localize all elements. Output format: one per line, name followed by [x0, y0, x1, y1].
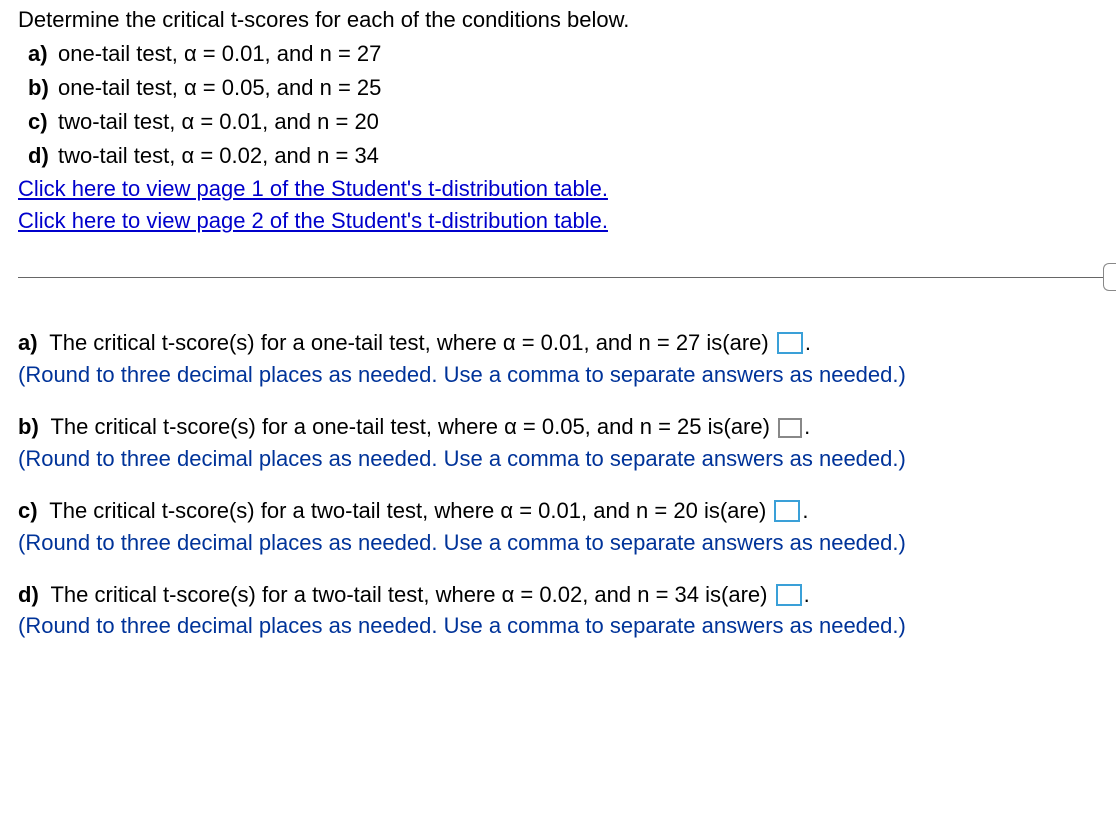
- answer-label: b): [18, 411, 39, 443]
- item-text: two-tail test, α = 0.01, and n = 20: [58, 106, 379, 138]
- question-item-b: b) one-tail test, α = 0.05, and n = 25: [18, 72, 1098, 104]
- answer-instruction: (Round to three decimal places as needed…: [18, 359, 1098, 391]
- answer-line: c) The critical t-score(s) for a two-tai…: [18, 495, 1098, 527]
- question-container: Determine the critical t-scores for each…: [0, 0, 1116, 672]
- divider-line: [18, 277, 1103, 278]
- item-text: one-tail test, α = 0.01, and n = 27: [58, 38, 381, 70]
- question-item-a: a) one-tail test, α = 0.01, and n = 27: [18, 38, 1098, 70]
- answer-text-pre: The critical t-score(s) for a two-tail t…: [45, 582, 774, 607]
- answer-line: b) The critical t-score(s) for a one-tai…: [18, 411, 1098, 443]
- answer-line: a) The critical t-score(s) for a one-tai…: [18, 327, 1098, 359]
- answer-input-b[interactable]: [778, 418, 802, 438]
- item-label: b): [28, 72, 52, 104]
- answer-text-pre: The critical t-score(s) for a two-tail t…: [44, 498, 773, 523]
- answer-line: d) The critical t-score(s) for a two-tai…: [18, 579, 1098, 611]
- answer-label: a): [18, 327, 38, 359]
- answer-text-post: .: [805, 330, 811, 355]
- answer-input-c[interactable]: [774, 500, 800, 522]
- answer-text-pre: The critical t-score(s) for a one-tail t…: [45, 414, 776, 439]
- answer-label: c): [18, 495, 38, 527]
- item-text: one-tail test, α = 0.05, and n = 25: [58, 72, 381, 104]
- question-heading: Determine the critical t-scores for each…: [18, 4, 1098, 36]
- answer-input-a[interactable]: [777, 332, 803, 354]
- answer-text-post: .: [804, 582, 810, 607]
- link-t-table-page-1[interactable]: Click here to view page 1 of the Student…: [18, 176, 608, 201]
- answer-text-post: .: [802, 498, 808, 523]
- answer-text-pre: The critical t-score(s) for a one-tail t…: [44, 330, 775, 355]
- answer-block-a: a) The critical t-score(s) for a one-tai…: [18, 327, 1098, 391]
- question-item-d: d) two-tail test, α = 0.02, and n = 34: [18, 140, 1098, 172]
- item-label: c): [28, 106, 52, 138]
- answer-block-c: c) The critical t-score(s) for a two-tai…: [18, 495, 1098, 559]
- question-item-c: c) two-tail test, α = 0.01, and n = 20: [18, 106, 1098, 138]
- item-label: d): [28, 140, 52, 172]
- section-divider: [18, 263, 1098, 291]
- answer-text-post: .: [804, 414, 810, 439]
- answer-instruction: (Round to three decimal places as needed…: [18, 527, 1098, 559]
- link-t-table-page-2[interactable]: Click here to view page 2 of the Student…: [18, 208, 608, 233]
- answer-instruction: (Round to three decimal places as needed…: [18, 443, 1098, 475]
- answer-block-d: d) The critical t-score(s) for a two-tai…: [18, 579, 1098, 643]
- answer-instruction: (Round to three decimal places as needed…: [18, 610, 1098, 642]
- divider-handle-icon[interactable]: [1103, 263, 1116, 291]
- answer-label: d): [18, 579, 39, 611]
- answer-input-d[interactable]: [776, 584, 802, 606]
- item-text: two-tail test, α = 0.02, and n = 34: [58, 140, 379, 172]
- item-label: a): [28, 38, 52, 70]
- answer-block-b: b) The critical t-score(s) for a one-tai…: [18, 411, 1098, 475]
